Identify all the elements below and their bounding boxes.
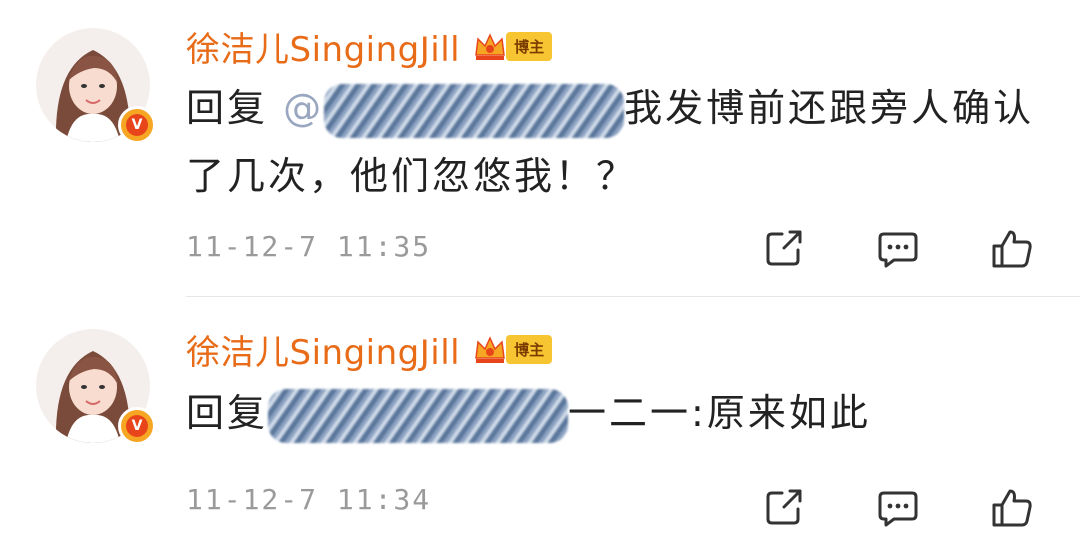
- like-button[interactable]: [990, 485, 1034, 529]
- like-button[interactable]: [990, 226, 1034, 270]
- comment-text: 回复 一二一:原来如此: [186, 379, 1046, 447]
- comment-body: 一二一:原来如此: [568, 391, 871, 435]
- reply-prefix: 回复: [186, 391, 269, 435]
- timestamp: 11-12-7 11:35: [186, 230, 432, 263]
- author-row: 徐洁儿SingingJill 博主: [186, 22, 553, 71]
- thumbs-up-icon: [992, 489, 1032, 527]
- comment-icon: [878, 232, 918, 268]
- thumbs-up-icon: [992, 230, 1032, 268]
- author-row: 徐洁儿SingingJill 博主: [186, 325, 553, 374]
- username[interactable]: 徐洁儿SingingJill: [186, 325, 460, 374]
- crown-icon: [475, 335, 505, 363]
- reply-prefix: 回复: [186, 86, 269, 130]
- comment-button[interactable]: [876, 226, 920, 270]
- share-icon: [766, 230, 802, 266]
- crown-icon: [475, 32, 505, 60]
- blogger-badge: 博主: [506, 32, 553, 61]
- share-button[interactable]: [762, 485, 806, 529]
- comment-icon: [878, 491, 918, 527]
- verified-v-icon: V: [118, 407, 156, 445]
- blogger-badge: 博主: [506, 335, 553, 364]
- timestamp: 11-12-7 11:34: [186, 483, 432, 516]
- username[interactable]: 徐洁儿SingingJill: [186, 22, 460, 71]
- verified-v-icon: V: [118, 106, 156, 144]
- avatar[interactable]: V: [36, 329, 156, 445]
- share-button[interactable]: [762, 226, 806, 270]
- comment-text: 回复 @ 我发博前还跟旁人确认了几次，他们忽悠我！？: [186, 74, 1046, 210]
- share-icon: [766, 489, 802, 525]
- avatar[interactable]: V: [36, 28, 156, 144]
- redacted-scribble: [268, 388, 569, 443]
- comment-item: V 徐洁儿SingingJill 博主 回复 一二一:原来如此 11-12-7 1…: [0, 297, 1080, 541]
- mention-link[interactable]: @: [283, 86, 324, 130]
- redacted-scribble: [324, 83, 625, 138]
- comment-item: V 徐洁儿SingingJill 博主 回复 @ 我发博前还跟旁人确认了几次，他们…: [0, 0, 1080, 296]
- comment-button[interactable]: [876, 485, 920, 529]
